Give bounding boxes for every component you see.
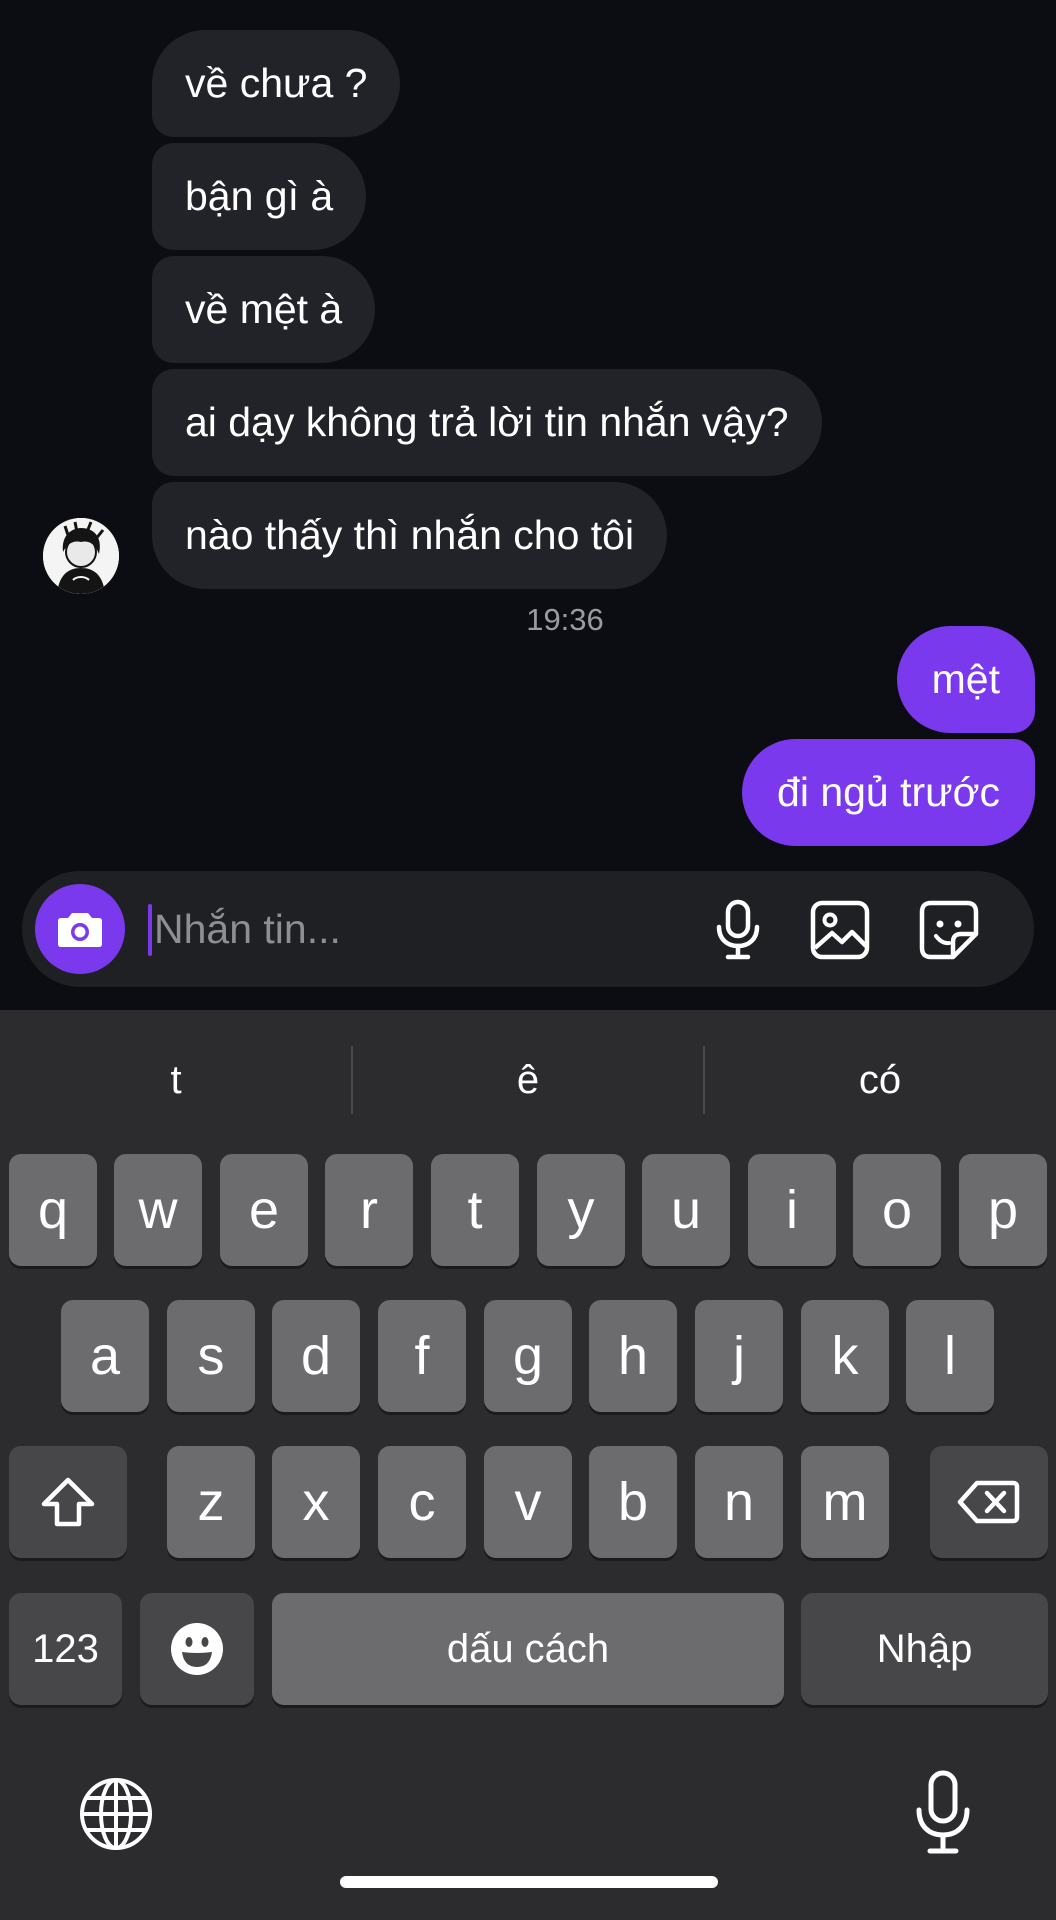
key-q[interactable]: q (9, 1154, 97, 1266)
text-cursor (148, 904, 152, 956)
key-w[interactable]: w (114, 1154, 202, 1266)
suggestion-item[interactable]: có (704, 1010, 1056, 1150)
key-z[interactable]: z (167, 1446, 255, 1558)
incoming-message[interactable]: về mệt à (152, 256, 376, 363)
space-key[interactable]: dấu cách (272, 1593, 784, 1705)
key-i[interactable]: i (748, 1154, 836, 1266)
key-s[interactable]: s (167, 1300, 255, 1412)
backspace-key[interactable] (930, 1446, 1048, 1558)
avatar[interactable] (43, 518, 119, 594)
suggestion-item[interactable]: t (0, 1010, 352, 1150)
key-k[interactable]: k (801, 1300, 889, 1412)
key-n[interactable]: n (695, 1446, 783, 1558)
voice-message-button[interactable] (707, 899, 769, 961)
key-j[interactable]: j (695, 1300, 783, 1412)
backspace-icon (957, 1480, 1020, 1524)
incoming-messages: về chưa ? bận gì à về mệt à ai dạy không… (152, 30, 822, 589)
incoming-message[interactable]: ai dạy không trả lời tin nhắn vậy? (152, 369, 822, 476)
key-a[interactable]: a (61, 1300, 149, 1412)
emoji-icon (171, 1623, 223, 1675)
suggestion-bar: t ê có (0, 1010, 1056, 1150)
camera-button[interactable] (35, 884, 125, 974)
key-g[interactable]: g (484, 1300, 572, 1412)
image-icon (810, 900, 870, 960)
key-r[interactable]: r (325, 1154, 413, 1266)
gallery-button[interactable] (809, 899, 871, 961)
key-h[interactable]: h (589, 1300, 677, 1412)
globe-icon (80, 1778, 152, 1850)
camera-icon (58, 913, 102, 947)
key-u[interactable]: u (642, 1154, 730, 1266)
key-d[interactable]: d (272, 1300, 360, 1412)
key-y[interactable]: y (537, 1154, 625, 1266)
key-o[interactable]: o (853, 1154, 941, 1266)
key-c[interactable]: c (378, 1446, 466, 1558)
key-b[interactable]: b (589, 1446, 677, 1558)
dictation-icon (916, 1770, 970, 1854)
home-indicator[interactable] (340, 1876, 718, 1888)
shift-key[interactable] (9, 1446, 127, 1558)
sticker-icon (919, 900, 979, 960)
key-e[interactable]: e (220, 1154, 308, 1266)
chat-thread: về chưa ? bận gì à về mệt à ai dạy không… (0, 0, 1056, 1010)
suggestion-item[interactable]: ê (352, 1010, 704, 1150)
incoming-message[interactable]: bận gì à (152, 143, 367, 250)
globe-button[interactable] (76, 1774, 156, 1854)
message-composer (22, 871, 1034, 987)
incoming-message[interactable]: về chưa ? (152, 30, 401, 137)
microphone-icon (716, 899, 760, 960)
emoji-key[interactable] (140, 1593, 254, 1705)
key-f[interactable]: f (378, 1300, 466, 1412)
shift-icon (41, 1477, 95, 1527)
key-l[interactable]: l (906, 1300, 994, 1412)
incoming-message[interactable]: nào thấy thì nhắn cho tôi (152, 482, 668, 589)
message-input[interactable] (154, 899, 694, 959)
sticker-button[interactable] (918, 899, 980, 961)
numbers-key[interactable]: 123 (9, 1593, 122, 1705)
key-x[interactable]: x (272, 1446, 360, 1558)
key-m[interactable]: m (801, 1446, 889, 1558)
outgoing-message[interactable]: mệt (896, 626, 1035, 733)
return-key[interactable]: Nhập (801, 1593, 1048, 1705)
avatar-image (43, 518, 119, 594)
dictation-button[interactable] (908, 1768, 978, 1858)
key-t[interactable]: t (431, 1154, 519, 1266)
key-v[interactable]: v (484, 1446, 572, 1558)
outgoing-message[interactable]: đi ngủ trước (742, 739, 1035, 846)
outgoing-messages: mệt đi ngủ trước (742, 626, 1035, 846)
key-p[interactable]: p (959, 1154, 1047, 1266)
